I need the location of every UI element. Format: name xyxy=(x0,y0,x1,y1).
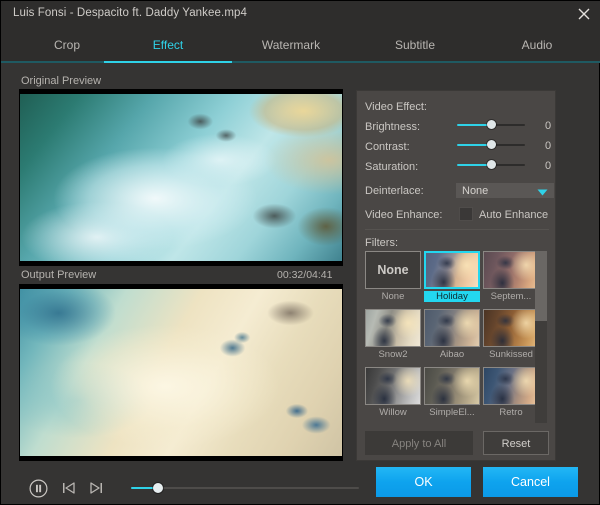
filter-label: Retro xyxy=(483,407,539,418)
cancel-button[interactable]: Cancel xyxy=(483,467,578,497)
filter-item-snow2[interactable]: Snow2 xyxy=(365,309,421,365)
effect-dialog: Luis Fonsi - Despacito ft. Daddy Yankee.… xyxy=(0,0,600,505)
previous-frame-button[interactable] xyxy=(62,481,77,500)
filter-label: Aibao xyxy=(424,349,480,360)
timecode: 00:32/04:41 xyxy=(277,269,332,281)
output-preview-video[interactable] xyxy=(19,284,343,461)
original-preview-video[interactable] xyxy=(19,89,343,266)
video-effect-heading: Video Effect: xyxy=(365,101,427,113)
filter-label: Septem... xyxy=(483,291,539,302)
panel-action-row: Apply to All Reset xyxy=(365,431,549,455)
filter-label: Snow2 xyxy=(365,349,421,360)
deinterlace-label: Deinterlace: xyxy=(365,185,424,197)
filter-item-simpleel[interactable]: SimpleEl... xyxy=(424,367,480,423)
filters-heading: Filters: xyxy=(365,237,398,249)
contrast-slider-fill xyxy=(457,144,491,146)
filters-scrollbar-thumb[interactable] xyxy=(535,251,547,321)
tab-effect[interactable]: Effect xyxy=(104,28,232,62)
deinterlace-dropdown[interactable]: None xyxy=(455,182,555,199)
title-bar: Luis Fonsi - Despacito ft. Daddy Yankee.… xyxy=(1,1,600,29)
filter-thumbnail xyxy=(424,251,480,289)
close-icon xyxy=(578,8,590,20)
pause-icon xyxy=(29,479,48,498)
filter-thumbnail xyxy=(424,309,480,347)
filter-thumbnail xyxy=(365,309,421,347)
saturation-slider-fill xyxy=(457,164,491,166)
tab-bar: Crop Effect Watermark Subtitle Audio xyxy=(1,28,600,62)
contrast-label: Contrast: xyxy=(365,141,410,153)
filter-item-none[interactable]: None None xyxy=(365,251,421,307)
filter-label: SimpleEl... xyxy=(424,407,480,418)
contrast-slider[interactable] xyxy=(457,139,525,151)
filter-label: Holiday xyxy=(424,291,480,302)
filter-item-retro[interactable]: Retro xyxy=(483,367,539,423)
seek-handle[interactable] xyxy=(153,483,163,493)
filter-item-holiday[interactable]: Holiday xyxy=(424,251,480,307)
contrast-slider-handle[interactable] xyxy=(487,140,496,149)
filter-item-sunkissed[interactable]: Sunkissed xyxy=(483,309,539,365)
seek-bar[interactable] xyxy=(131,487,359,489)
tab-subtitle[interactable]: Subtitle xyxy=(351,28,479,62)
filter-label: None xyxy=(365,291,421,302)
auto-enhance-label: Auto Enhance xyxy=(479,209,548,221)
saturation-slider-handle[interactable] xyxy=(487,160,496,169)
filters-grid: None None Holiday Septem... Snow2 Aibao xyxy=(365,251,533,423)
brightness-slider-handle[interactable] xyxy=(487,120,496,129)
tab-underline-track xyxy=(1,61,600,63)
tab-watermark[interactable]: Watermark xyxy=(227,28,355,62)
saturation-value: 0 xyxy=(545,160,551,172)
window-title: Luis Fonsi - Despacito ft. Daddy Yankee.… xyxy=(13,7,247,19)
filter-label: Willow xyxy=(365,407,421,418)
video-enhance-label: Video Enhance: xyxy=(365,209,442,221)
filter-thumbnail xyxy=(424,367,480,405)
brightness-value: 0 xyxy=(545,120,551,132)
filter-item-september[interactable]: Septem... xyxy=(483,251,539,307)
saturation-label: Saturation: xyxy=(365,161,418,173)
filter-thumbnail xyxy=(483,367,539,405)
output-preview-label: Output Preview xyxy=(21,269,96,281)
apply-to-all-button[interactable]: Apply to All xyxy=(365,431,473,455)
filter-thumbnail: None xyxy=(365,251,421,289)
filter-thumbnail xyxy=(483,251,539,289)
ok-button[interactable]: OK xyxy=(376,467,471,497)
none-thumb-label: None xyxy=(377,263,408,277)
effect-settings-panel: Video Effect: Brightness: 0 Contrast: 0 … xyxy=(356,90,556,461)
brightness-slider-fill xyxy=(457,124,491,126)
filter-item-willow[interactable]: Willow xyxy=(365,367,421,423)
next-frame-icon xyxy=(88,481,103,495)
close-button[interactable] xyxy=(567,1,600,28)
tab-active-underline xyxy=(104,61,232,63)
contrast-value: 0 xyxy=(545,140,551,152)
filter-item-aibao[interactable]: Aibao xyxy=(424,309,480,365)
playback-controls xyxy=(19,475,343,501)
deinterlace-selected-value: None xyxy=(462,185,488,197)
reset-button[interactable]: Reset xyxy=(483,431,549,455)
original-preview-label: Original Preview xyxy=(21,75,101,87)
filter-thumbnail xyxy=(365,367,421,405)
next-frame-button[interactable] xyxy=(88,481,103,500)
chevron-down-icon xyxy=(537,189,548,196)
pause-button[interactable] xyxy=(29,479,48,503)
previous-frame-icon xyxy=(62,481,77,495)
saturation-slider[interactable] xyxy=(457,159,525,171)
filter-thumbnail xyxy=(483,309,539,347)
brightness-label: Brightness: xyxy=(365,121,420,133)
panel-divider xyxy=(365,229,549,230)
filter-label: Sunkissed xyxy=(483,349,539,360)
auto-enhance-checkbox[interactable] xyxy=(459,207,473,221)
brightness-slider[interactable] xyxy=(457,119,525,131)
tab-audio[interactable]: Audio xyxy=(473,28,600,62)
